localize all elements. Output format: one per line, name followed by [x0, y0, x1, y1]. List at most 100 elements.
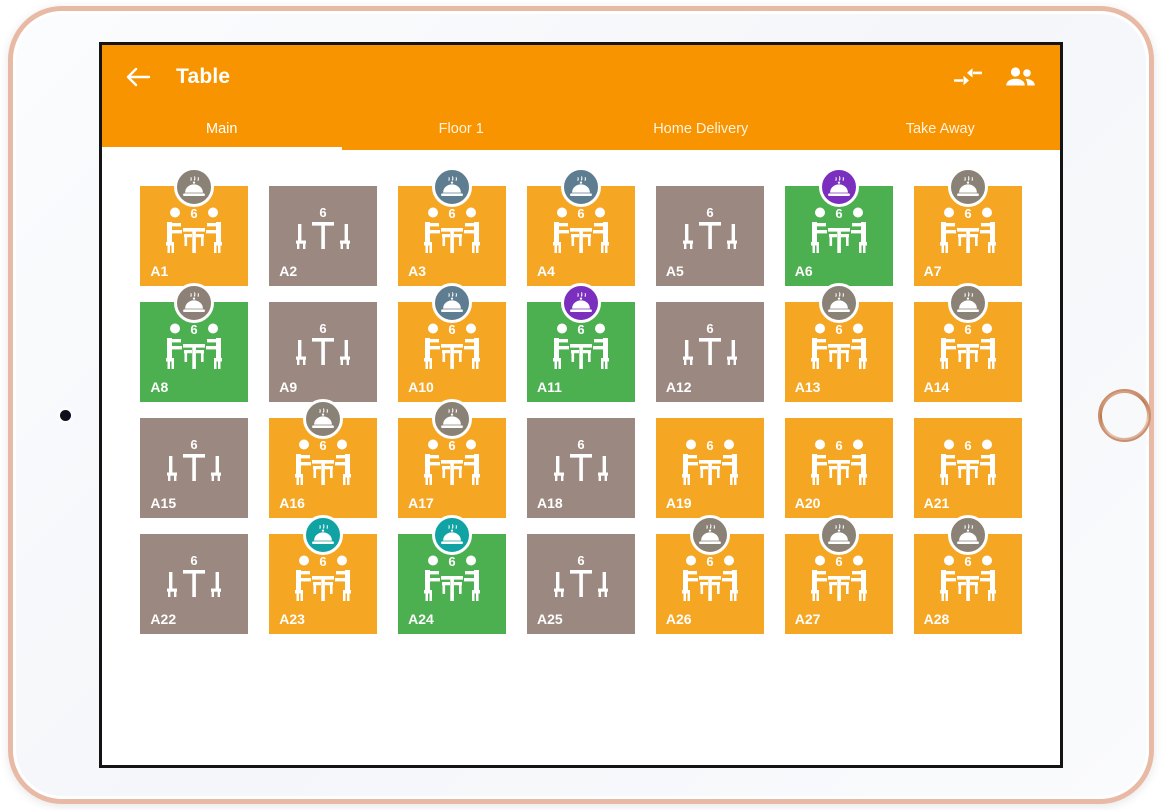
table-card-a11[interactable]: 6 A11: [527, 283, 635, 402]
cloche-icon: [303, 515, 344, 555]
table-card-a27[interactable]: 6 A27: [784, 515, 893, 634]
table-card-a5[interactable]: 6 A5: [655, 186, 764, 286]
table-grid-cell: 6 A6: [774, 167, 903, 286]
table-name-label: A5: [665, 263, 684, 279]
table-grid-cell: 6 A1: [130, 167, 259, 286]
cloche-icon: [947, 167, 988, 207]
table-card-a16[interactable]: 6 A16: [269, 399, 378, 518]
table-grid-cell: 6 A10: [388, 283, 517, 402]
cloche-icon: [947, 515, 988, 555]
table-name-label: A7: [923, 263, 942, 279]
table-card-a14[interactable]: 6 A14: [913, 283, 1022, 402]
svg-text:6: 6: [706, 554, 713, 569]
cloche-icon: [432, 515, 473, 555]
table-name-label: A8: [150, 379, 169, 395]
table-name-label: A26: [665, 611, 692, 627]
table-name-label: A24: [408, 611, 434, 627]
svg-text:6: 6: [191, 322, 198, 337]
table-grid-cell: 6 A2: [259, 186, 388, 286]
cloche-icon: [561, 283, 601, 323]
table-name-label: A27: [794, 611, 821, 627]
cloche-icon: [947, 283, 988, 323]
table-card-a9[interactable]: 6 A9: [269, 302, 378, 402]
table-card-a23[interactable]: 6 A23: [269, 515, 378, 634]
table-card-a1[interactable]: 6 A1: [140, 167, 249, 286]
table-card-a20[interactable]: 6 A20: [784, 418, 893, 518]
table-card-a13[interactable]: 6 A13: [784, 283, 893, 402]
table-card-a2[interactable]: 6 A2: [269, 186, 378, 286]
svg-text:6: 6: [320, 206, 327, 220]
table-occupied-icon: 6: [398, 206, 506, 256]
svg-text:6: 6: [964, 322, 971, 337]
svg-text:6: 6: [191, 206, 198, 221]
table-empty-icon: 6: [269, 322, 377, 368]
table-card-a12[interactable]: 6 A12: [655, 302, 764, 402]
table-grid-cell: 6 A13: [774, 283, 903, 402]
table-name-label: A13: [794, 379, 821, 395]
tab-bar: Main Floor 1 Home Delivery Take Away: [102, 108, 1060, 150]
tab-label: Main: [206, 121, 238, 137]
svg-text:6: 6: [449, 322, 456, 337]
table-grid-cell: 6 A27: [774, 515, 903, 634]
table-card-a26[interactable]: 6 A26: [655, 515, 764, 634]
table-card-a18[interactable]: 6 A18: [527, 418, 635, 518]
camera-dot: [60, 410, 71, 421]
tab-floor-1[interactable]: Floor 1: [342, 108, 582, 150]
table-card-a21[interactable]: 6 A21: [913, 418, 1022, 518]
tab-main[interactable]: Main: [102, 108, 342, 150]
table-name-label: A20: [794, 495, 821, 511]
table-name-label: A14: [923, 379, 950, 395]
table-empty-icon: 6: [527, 554, 635, 600]
svg-text:6: 6: [191, 438, 198, 452]
merge-tables-icon[interactable]: [953, 66, 983, 88]
cloche-icon: [689, 515, 730, 555]
cloche-icon: [174, 167, 215, 207]
table-name-label: A28: [923, 611, 950, 627]
table-card-a25[interactable]: 6 A25: [527, 534, 635, 634]
table-occupied-icon: 6: [269, 554, 377, 604]
table-occupied-icon: 6: [656, 554, 764, 604]
tab-label: Take Away: [905, 121, 975, 137]
table-grid: 6 A1 6 A2 6 A3 6 A4 6 A5 6 A6 6 A7 6 A8 6 A9 6 A10 6 A11 6 A12 6…: [102, 150, 1060, 765]
table-card-a28[interactable]: 6 A28: [913, 515, 1022, 634]
page-title: Table: [176, 64, 231, 88]
svg-text:6: 6: [835, 322, 842, 337]
table-name-label: A25: [537, 611, 563, 627]
table-name-label: A17: [408, 495, 434, 511]
cloche-icon: [432, 399, 473, 439]
table-occupied-icon: 6: [140, 322, 248, 372]
table-card-a7[interactable]: 6 A7: [913, 167, 1022, 286]
table-card-a8[interactable]: 6 A8: [140, 283, 249, 402]
table-card-a4[interactable]: 6 A4: [527, 167, 635, 286]
table-card-a3[interactable]: 6 A3: [398, 167, 507, 286]
table-grid-cell: 6 A9: [259, 302, 388, 402]
table-card-a17[interactable]: 6 A17: [398, 399, 507, 518]
home-button[interactable]: [1098, 389, 1151, 442]
app-bar: Table Main Floor 1 Home Delivery Take Aw…: [102, 45, 1060, 150]
svg-text:6: 6: [320, 322, 327, 336]
table-grid-cell: 6 A15: [130, 418, 259, 518]
group-people-icon[interactable]: [1005, 65, 1036, 89]
table-card-a24[interactable]: 6 A24: [398, 515, 507, 634]
svg-text:6: 6: [577, 206, 584, 221]
table-grid-cell: 6 A17: [388, 399, 517, 518]
table-card-a10[interactable]: 6 A10: [398, 283, 507, 402]
table-name-label: A16: [279, 495, 305, 511]
table-card-a19[interactable]: 6 A19: [655, 418, 764, 518]
table-occupied-icon: 6: [656, 438, 764, 488]
table-empty-icon: 6: [656, 206, 764, 252]
tab-home-delivery[interactable]: Home Delivery: [581, 108, 821, 150]
svg-text:6: 6: [320, 554, 327, 569]
table-occupied-icon: 6: [914, 322, 1022, 372]
table-card-a6[interactable]: 6 A6: [784, 167, 893, 286]
table-occupied-icon: 6: [785, 438, 893, 488]
table-card-a15[interactable]: 6 A15: [140, 418, 249, 518]
table-empty-icon: 6: [656, 322, 764, 368]
table-card-a22[interactable]: 6 A22: [140, 534, 249, 634]
table-occupied-icon: 6: [527, 206, 635, 256]
tab-take-away[interactable]: Take Away: [821, 108, 1061, 150]
table-occupied-icon: 6: [785, 554, 893, 604]
arrow-left-icon[interactable]: [120, 59, 156, 95]
table-name-label: A21: [923, 495, 950, 511]
table-occupied-icon: 6: [527, 322, 635, 372]
